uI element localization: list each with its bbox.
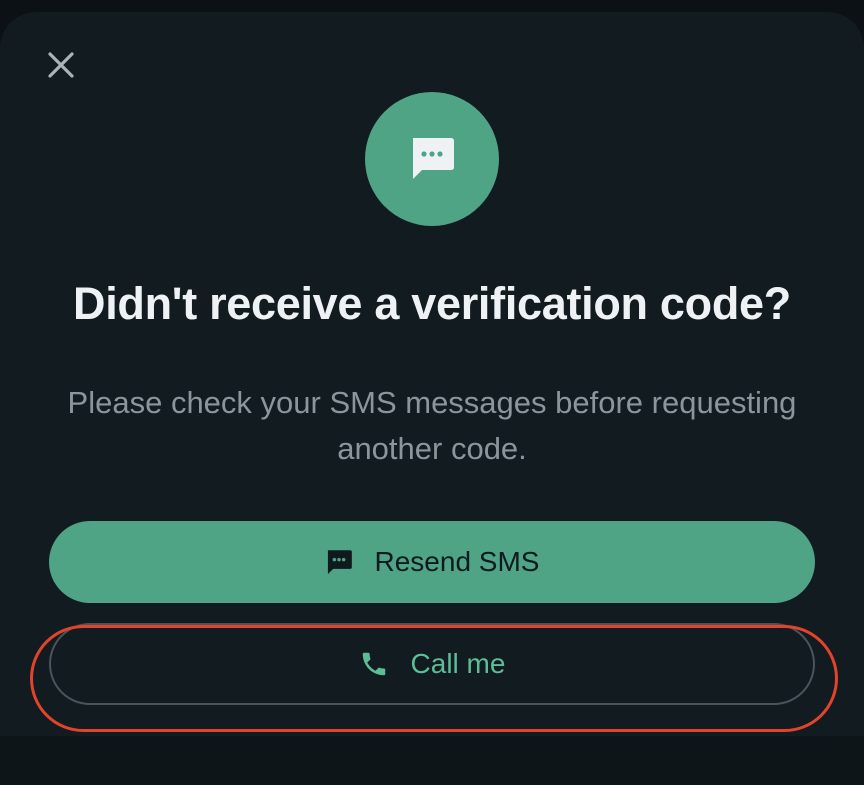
resend-sms-button[interactable]: Resend SMS — [49, 521, 815, 603]
resend-sms-label: Resend SMS — [374, 546, 540, 577]
hero-badge — [365, 92, 499, 226]
message-bubble-icon — [327, 549, 352, 574]
message-bubble-icon — [413, 138, 454, 179]
call-me-button[interactable]: Call me — [49, 623, 815, 705]
dialog-title: Didn't receive a verification code? — [73, 278, 791, 329]
call-me-label: Call me — [410, 648, 506, 679]
bottom-bar — [0, 736, 864, 785]
close-icon — [48, 52, 74, 78]
verification-dialog: Didn't receive a verification code? Plea… — [0, 12, 864, 736]
close-button[interactable] — [40, 44, 82, 86]
dialog-message: Please check your SMS messages before re… — [67, 385, 797, 466]
phone-icon — [362, 652, 385, 676]
